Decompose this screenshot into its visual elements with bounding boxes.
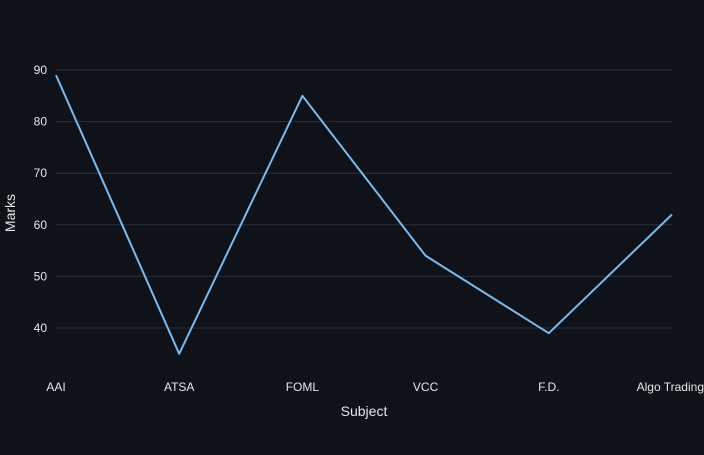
series-line-0 (56, 75, 672, 354)
y-tick-label: 80 (34, 115, 48, 129)
y-axis-title: Marks (2, 194, 18, 232)
y-tick-label: 40 (34, 321, 48, 335)
series-lines (56, 75, 672, 354)
x-tick-label: Algo Trading (637, 380, 704, 394)
x-tick-labels: AAI ATSA FOML VCC F.D. Algo Trading (46, 380, 704, 394)
x-tick-label: F.D. (538, 380, 559, 394)
x-axis-title: Subject (341, 403, 388, 419)
x-tick-label: AAI (46, 380, 65, 394)
y-tick-labels: 40 50 60 70 80 90 (34, 63, 48, 335)
line-chart: 40 50 60 70 80 90 AAI ATSA FOML VCC F.D. Algo Trad… (0, 0, 704, 450)
y-tick-label: 50 (34, 269, 48, 283)
y-tick-label: 70 (34, 166, 48, 180)
gridlines (56, 70, 672, 328)
x-tick-label: VCC (413, 380, 439, 394)
x-tick-label: ATSA (164, 380, 194, 394)
chart-container: 40 50 60 70 80 90 AAI ATSA FOML VCC F.D. Algo Trad… (0, 0, 704, 450)
y-tick-label: 60 (34, 218, 48, 232)
x-tick-label: FOML (286, 380, 320, 394)
y-tick-label: 90 (34, 63, 48, 77)
